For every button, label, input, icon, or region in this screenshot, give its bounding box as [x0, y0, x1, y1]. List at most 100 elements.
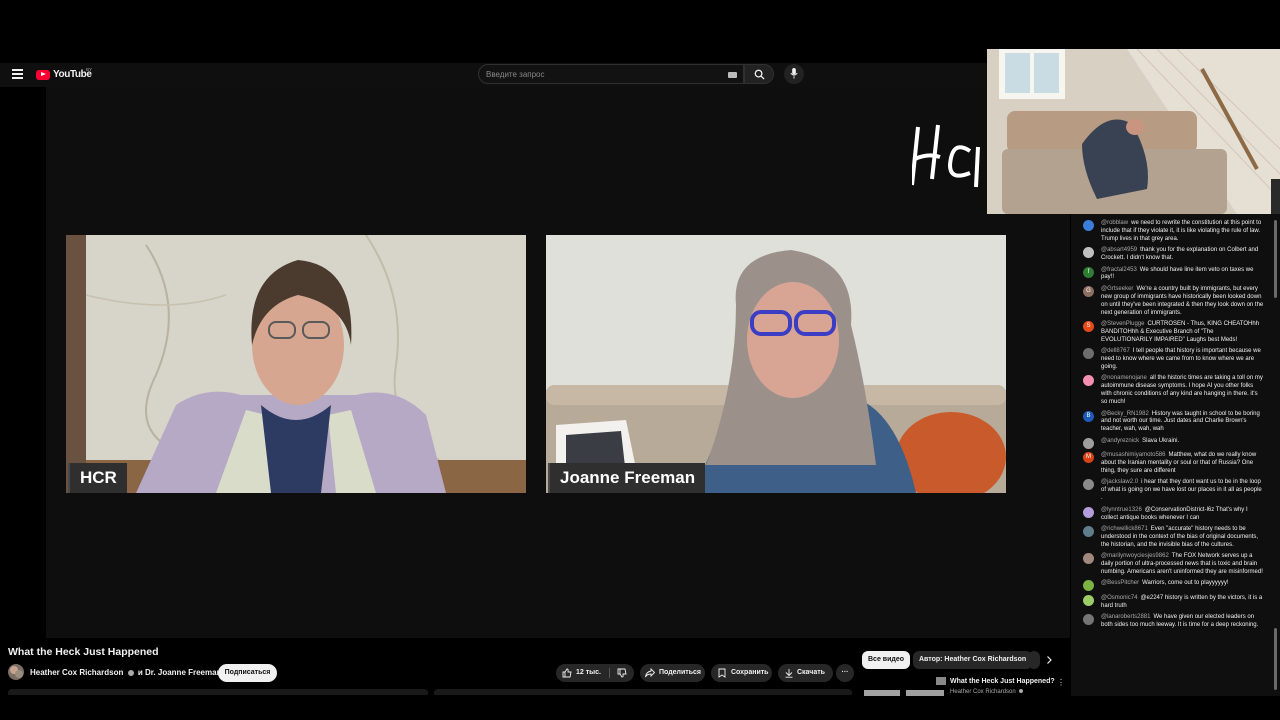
video-player[interactable]: HCR Joanne Freeman: [46, 87, 1070, 638]
chat-message-body: @Osmonic74 @e2247 history is written by t…: [1101, 595, 1265, 611]
related-thumbnail-2[interactable]: [864, 690, 900, 696]
chat-avatar[interactable]: [1083, 526, 1094, 537]
related-more-icon[interactable]: ⋮: [1057, 678, 1065, 687]
microphone-icon: [790, 68, 798, 79]
chevron-right-icon[interactable]: [1044, 655, 1054, 665]
chat-author[interactable]: @richwellick8671: [1101, 526, 1148, 532]
chat-message: @BessPitcher Warriors, come out to playyy…: [1083, 580, 1265, 592]
chat-message-body: @BessPitcher Warriors, come out to playyy…: [1101, 580, 1229, 591]
search-placeholder: Введите запрос: [486, 70, 545, 79]
speaker-name-tag: Joanne Freeman: [548, 463, 706, 493]
dislike-button[interactable]: [610, 664, 634, 682]
channel-names[interactable]: Heather Cox Richardson и Dr. Joanne Free…: [30, 668, 221, 677]
search-button[interactable]: [744, 64, 774, 84]
comments-card[interactable]: [434, 689, 852, 695]
chat-author[interactable]: @robblaw: [1101, 220, 1128, 226]
download-icon: [785, 669, 793, 678]
voice-search-button[interactable]: [784, 64, 804, 84]
share-icon: [645, 668, 655, 678]
chat-message-body: @dell8767 I tell people that history is i…: [1101, 348, 1265, 372]
chat-message-body: @Becky_RN1982 History was taught in schoo…: [1101, 411, 1265, 435]
keyboard-icon[interactable]: [728, 72, 737, 78]
chip-overflow[interactable]: [1028, 651, 1040, 669]
chat-scroll-thumb[interactable]: [1274, 220, 1277, 298]
chat-author[interactable]: @StevenPlugge: [1101, 321, 1144, 327]
subscribe-button[interactable]: Подписаться: [218, 664, 277, 682]
chat-avatar[interactable]: [1083, 437, 1094, 449]
chat-avatar[interactable]: G: [1083, 285, 1094, 297]
chat-message: M @musashimiyamoto586 Matthew, what do we …: [1083, 452, 1265, 476]
chat-author[interactable]: @BessPitcher: [1101, 580, 1139, 586]
chat-avatar[interactable]: [1083, 614, 1094, 626]
chat-avatar[interactable]: M: [1083, 452, 1094, 464]
chat-avatar[interactable]: [1083, 580, 1094, 592]
chip-all-videos[interactable]: Все видео: [862, 651, 911, 669]
like-count: 12 тыс.: [576, 669, 601, 676]
channel-avatar[interactable]: [8, 664, 24, 680]
chat-author[interactable]: @musashimiyamoto586: [1101, 452, 1165, 458]
chat-avatar[interactable]: [1083, 506, 1094, 518]
chat-avatar[interactable]: [1083, 247, 1094, 259]
chat-message: @richwellick8671 Even "accurate" history …: [1083, 526, 1265, 550]
chat-message-body: @musashimiyamoto586 Matthew, what do we r…: [1101, 452, 1265, 476]
live-chat-panel: @robblaw we need to rewrite the constitut…: [1071, 214, 1280, 696]
share-button[interactable]: Поделиться: [640, 664, 705, 682]
chat-message-body: @robblaw we need to rewrite the constitut…: [1101, 220, 1265, 244]
download-label: Скачать: [797, 669, 825, 676]
chat-scroll-thumb-lower[interactable]: [1274, 628, 1277, 690]
save-button[interactable]: Сохранить: [711, 664, 772, 682]
related-channel-name: Heather Cox Richardson: [950, 689, 1025, 695]
chat-message: G @Grtseeker We're a country built by immi…: [1083, 285, 1265, 318]
speaker-tile-hcr: HCR: [66, 235, 526, 493]
more-actions-button[interactable]: ···: [836, 664, 854, 682]
channel-name[interactable]: Heather Cox Richardson: [30, 668, 123, 677]
chat-author[interactable]: @marilynwoyciesjes9862: [1101, 553, 1169, 559]
related-video-title[interactable]: What the Heck Just Happened?: [950, 678, 1055, 685]
chat-author[interactable]: @andyreznick: [1101, 438, 1139, 444]
chat-message-body: @Grtseeker We're a country built by immig…: [1101, 286, 1265, 318]
chat-author[interactable]: @jackslaw2.0: [1101, 479, 1138, 485]
chat-author[interactable]: @absart4959: [1101, 247, 1137, 253]
chat-avatar[interactable]: [1083, 479, 1094, 491]
chat-author[interactable]: @lanaroberts2881: [1101, 614, 1150, 620]
chat-avatar[interactable]: B: [1083, 410, 1094, 422]
chat-author[interactable]: @fractal2453: [1101, 267, 1137, 273]
chat-author[interactable]: @lynntrue1326: [1101, 507, 1142, 513]
chat-author[interactable]: @Grtseeker: [1101, 286, 1133, 292]
chat-message: @dell8767 I tell people that history is i…: [1083, 348, 1265, 372]
chat-author[interactable]: @nonamenojane: [1101, 375, 1147, 381]
like-button[interactable]: 12 тыс.: [556, 664, 609, 682]
app-root: YouTube BY Введите запрос HCR Joanne Fre…: [0, 0, 1280, 720]
verified-check-icon: [1019, 689, 1024, 694]
chat-message-text: Slava Ukraini.: [1142, 437, 1180, 444]
chat-author[interactable]: @dell8767: [1101, 348, 1130, 354]
chat-avatar[interactable]: [1083, 348, 1094, 360]
chat-avatar[interactable]: f: [1083, 266, 1094, 278]
related-thumbnail-3[interactable]: [906, 690, 944, 696]
chat-message-body: @lanaroberts2881 We have given our electe…: [1101, 614, 1265, 630]
related-thumbnail[interactable]: [936, 677, 946, 685]
chat-message-body: @marilynwoyciesjes9862 The FOX Network se…: [1101, 553, 1265, 577]
chat-message: @lynntrue1326 @ConservationDistrict-l6z T…: [1083, 506, 1265, 523]
collaborator-name[interactable]: Dr. Joanne Freeman: [145, 668, 221, 677]
chat-avatar[interactable]: S: [1083, 320, 1094, 332]
menu-icon[interactable]: [12, 69, 23, 79]
chat-avatar[interactable]: [1083, 553, 1094, 565]
chip-author[interactable]: Автор: Heather Cox Richardson: [913, 651, 1033, 669]
chat-avatar[interactable]: [1083, 220, 1094, 231]
chat-message: @robblaw we need to rewrite the constitut…: [1083, 220, 1265, 244]
chat-message-body: @lynntrue1326 @ConservationDistrict-l6z T…: [1101, 507, 1265, 523]
download-button[interactable]: Скачать: [778, 664, 833, 682]
chat-author[interactable]: @Osmonic74: [1101, 595, 1137, 601]
chat-scrollbar[interactable]: [1273, 214, 1277, 696]
picture-in-picture-overlay[interactable]: [987, 49, 1280, 214]
chat-avatar[interactable]: [1083, 375, 1094, 387]
youtube-logo[interactable]: YouTube: [36, 69, 92, 80]
chat-message-body: @nonamenojane all the historic times are …: [1101, 375, 1265, 407]
chat-avatar[interactable]: [1083, 594, 1094, 606]
chat-author[interactable]: @Becky_RN1982: [1101, 411, 1149, 417]
search-input[interactable]: Введите запрос: [478, 64, 744, 84]
pip-video-frame: [987, 49, 1280, 214]
description-card[interactable]: [8, 689, 428, 695]
search-icon: [754, 69, 765, 80]
